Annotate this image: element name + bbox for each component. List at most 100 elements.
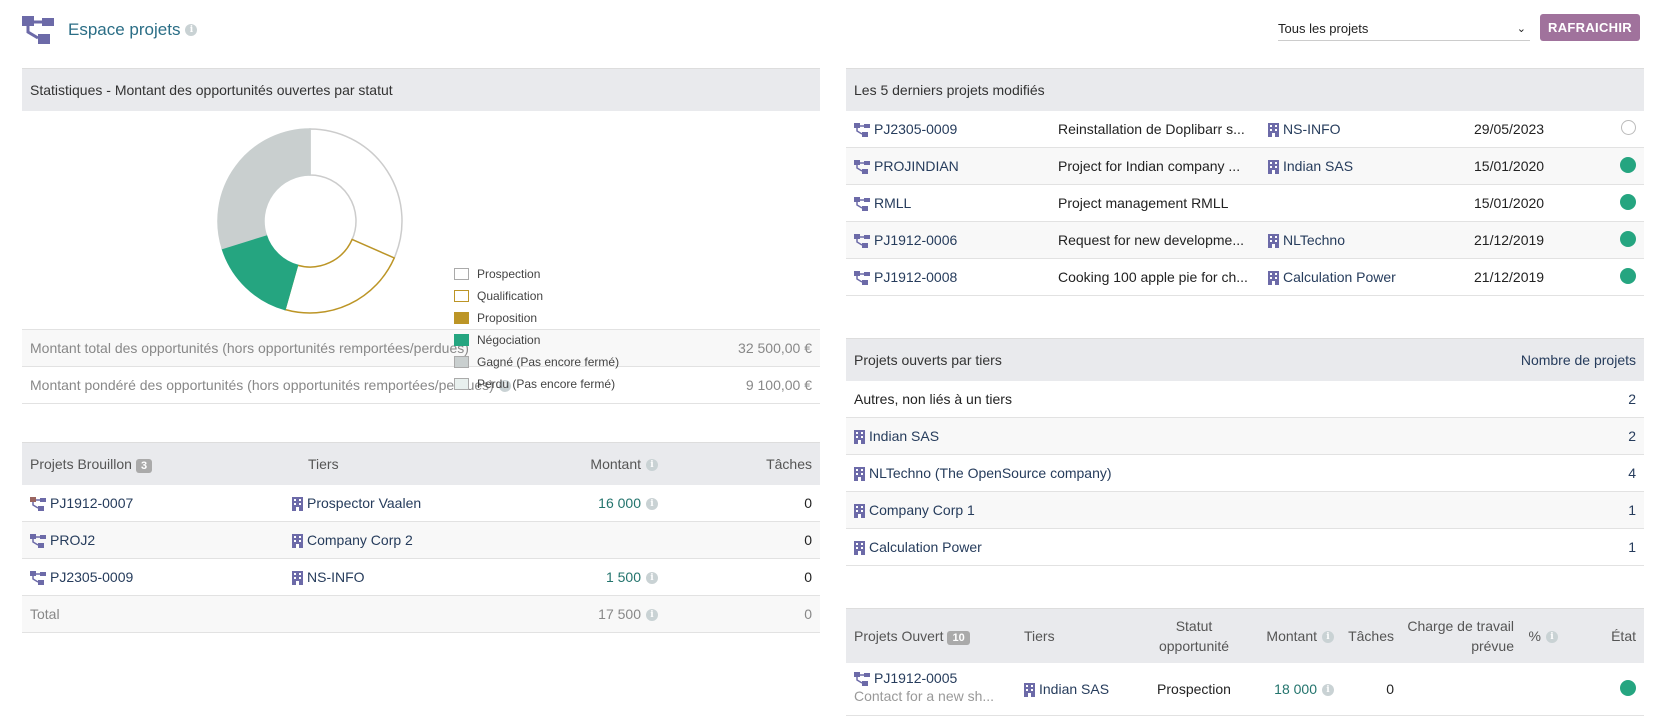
project-ref-link[interactable]: PJ2305-0009 bbox=[874, 121, 957, 137]
info-icon[interactable]: i bbox=[1322, 684, 1334, 697]
project-count-link[interactable]: 4 bbox=[1628, 465, 1636, 481]
tiers-cell: Autres, non liés à un tiers bbox=[854, 391, 1628, 407]
project-description: Cooking 100 apple pie for ch... bbox=[1058, 269, 1248, 285]
amount-value: 16 000 bbox=[598, 495, 641, 511]
projects-by-tiers-panel: Projets ouverts par tiers Nombre de proj… bbox=[846, 338, 1644, 566]
project-ref-cell: PJ2305-0009 bbox=[854, 121, 1058, 137]
project-ref-cell: PROJ2 bbox=[30, 532, 292, 548]
project-count-link[interactable]: 2 bbox=[1628, 428, 1636, 444]
project-ref-link[interactable]: PJ1912-0006 bbox=[874, 232, 957, 248]
project-icon bbox=[854, 123, 870, 137]
tiers-link[interactable]: Company Corp 1 bbox=[869, 502, 975, 518]
tiers-link[interactable]: Indian SAS bbox=[1039, 681, 1109, 697]
tasks-value: 0 bbox=[804, 532, 812, 548]
project-ref-cell: PROJINDIAN bbox=[854, 158, 1058, 174]
amount-cell: 1 500 i bbox=[508, 569, 658, 585]
tiers-link[interactable]: NS-INFO bbox=[1283, 121, 1341, 137]
tiers-link[interactable]: NLTechno (The OpenSource company) bbox=[869, 465, 1112, 481]
open-projects-panel: Projets Ouvert 10 Tiers Statut opportunit… bbox=[846, 608, 1644, 716]
project-icon bbox=[30, 497, 46, 511]
tiers-cell: NS-INFO bbox=[1268, 121, 1474, 137]
project-icon bbox=[854, 160, 870, 174]
chart-legend: Prospection Qualification Proposition Négoc… bbox=[454, 263, 619, 395]
col-amount: Montant bbox=[1266, 628, 1317, 644]
info-icon[interactable]: i bbox=[646, 498, 658, 511]
project-ref-link[interactable]: PJ1912-0005 bbox=[874, 670, 957, 686]
tiers-count-row: Indian SAS 2 bbox=[846, 418, 1644, 455]
info-icon[interactable]: i bbox=[646, 459, 658, 472]
project-ref-link[interactable]: PROJ2 bbox=[50, 532, 95, 548]
building-icon bbox=[854, 504, 865, 518]
amount-cell: 16 000 i bbox=[508, 495, 658, 511]
legend-label: Perdu (Pas encore fermé) bbox=[477, 377, 616, 391]
draft-count-badge: 3 bbox=[135, 458, 153, 473]
project-ref-cell: PJ1912-0006 bbox=[854, 232, 1058, 248]
project-count-header[interactable]: Nombre de projets bbox=[1521, 352, 1636, 368]
weighted-amount-value: 9 100,00 € bbox=[745, 377, 812, 393]
info-icon[interactable]: i bbox=[185, 24, 198, 36]
legend-label: Négociation bbox=[477, 333, 541, 347]
project-ref-link[interactable]: RMLL bbox=[874, 195, 911, 211]
pie-slice[interactable] bbox=[217, 128, 311, 250]
refresh-button[interactable]: RAFRAICHIR bbox=[1540, 14, 1640, 41]
building-icon bbox=[292, 534, 303, 548]
project-count-link[interactable]: 2 bbox=[1628, 391, 1636, 407]
tiers-cell: NLTechno (The OpenSource company) bbox=[854, 465, 1628, 481]
col-tasks: Tâches bbox=[766, 456, 812, 472]
building-icon bbox=[292, 497, 303, 511]
project-ref-link[interactable]: PJ2305-0009 bbox=[50, 569, 133, 585]
tiers-link[interactable]: NS-INFO bbox=[307, 569, 365, 585]
open-project-row: PJ1912-0005 Contact for a new sh... Indian… bbox=[846, 663, 1644, 716]
project-icon bbox=[854, 672, 870, 686]
tiers-link[interactable]: Indian SAS bbox=[869, 428, 939, 444]
status-dot-icon bbox=[1620, 193, 1636, 210]
info-icon[interactable]: i bbox=[1546, 631, 1558, 644]
info-icon[interactable]: i bbox=[646, 572, 658, 585]
last-modified-rows: PJ2305-0009 Reinstallation de Doplibarr s… bbox=[846, 111, 1644, 296]
project-ref-link[interactable]: PROJINDIAN bbox=[874, 158, 959, 174]
tiers-link[interactable]: Indian SAS bbox=[1283, 158, 1353, 174]
tiers-link[interactable]: Prospector Vaalen bbox=[307, 495, 421, 511]
last-modified-title: Les 5 derniers projets modifiés bbox=[846, 68, 1644, 111]
col-amount: Montant bbox=[590, 456, 641, 472]
project-icon bbox=[30, 571, 46, 585]
project-count-link[interactable]: 1 bbox=[1628, 502, 1636, 518]
project-filter-select[interactable]: Tous les projets ⌄ bbox=[1278, 16, 1530, 41]
draft-total-label: Total bbox=[30, 606, 60, 622]
info-icon[interactable]: i bbox=[1322, 631, 1334, 644]
col-tiers: Tiers bbox=[1024, 628, 1055, 644]
tiers-link[interactable]: NLTechno bbox=[1283, 232, 1345, 248]
col-state: État bbox=[1611, 628, 1636, 644]
total-amount-label: Montant total des opportunités (hors opp… bbox=[30, 340, 469, 356]
project-count-link[interactable]: 1 bbox=[1628, 539, 1636, 555]
building-icon bbox=[854, 467, 865, 481]
draft-projects-title: Projets Brouillon bbox=[30, 455, 132, 472]
tiers-cell: NS-INFO bbox=[292, 569, 508, 585]
legend-swatch bbox=[454, 378, 469, 390]
building-icon bbox=[854, 430, 865, 444]
draft-project-row: PROJ2 Company Corp 2 0 bbox=[22, 522, 820, 559]
draft-project-row: PJ2305-0009 NS-INFO 1 500 i 0 bbox=[22, 559, 820, 596]
project-icon bbox=[854, 234, 870, 248]
tiers-link[interactable]: Company Corp 2 bbox=[307, 532, 413, 548]
project-ref-link[interactable]: PJ1912-0007 bbox=[50, 495, 133, 511]
open-projects-title: Projets Ouvert bbox=[854, 627, 944, 644]
pie-slice[interactable] bbox=[284, 238, 396, 314]
status-cell bbox=[1594, 120, 1636, 138]
tiers-link[interactable]: Calculation Power bbox=[1283, 269, 1396, 285]
tiers-cell: Company Corp 1 bbox=[854, 502, 1628, 518]
status-dot-icon bbox=[1621, 120, 1636, 135]
legend-item: Proposition bbox=[454, 307, 619, 329]
pie-slice[interactable] bbox=[221, 233, 299, 311]
project-ref-link[interactable]: PJ1912-0008 bbox=[874, 269, 957, 285]
tiers-link[interactable]: Calculation Power bbox=[869, 539, 982, 555]
modified-date: 29/05/2023 bbox=[1474, 121, 1545, 137]
project-ref-cell: PJ2305-0009 bbox=[30, 569, 292, 585]
draft-projects-rows: PJ1912-0007 Prospector Vaalen 16 000 i 0 PROJ… bbox=[22, 485, 820, 596]
tasks-value: 0 bbox=[804, 495, 812, 511]
legend-swatch bbox=[454, 290, 469, 302]
weighted-amount-label: Montant pondéré des opportunités (hors o… bbox=[30, 377, 494, 393]
pie-slice[interactable] bbox=[309, 128, 403, 259]
project-ref-cell: PJ1912-0008 bbox=[854, 269, 1058, 285]
status-cell bbox=[1594, 230, 1636, 250]
